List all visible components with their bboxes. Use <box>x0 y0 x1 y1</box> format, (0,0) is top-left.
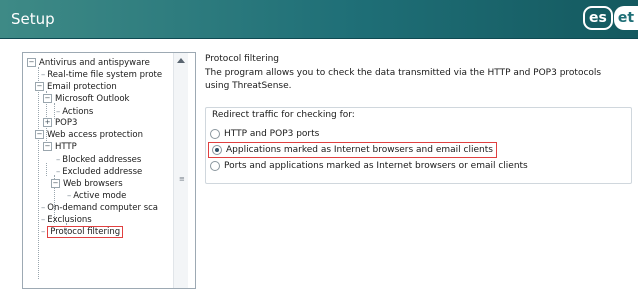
collapse-icon[interactable]: − <box>43 94 52 103</box>
section-description: The program allows you to check the data… <box>205 68 602 91</box>
tree-item-label: Actions <box>62 107 94 117</box>
section-title: Protocol filtering <box>205 54 279 64</box>
radio-label: HTTP and POP3 ports <box>224 129 320 139</box>
tree-item-realtime[interactable]: – Real-time file system prote <box>41 69 162 81</box>
tree-item-on-demand-scan[interactable]: – On-demand computer sca <box>41 202 158 214</box>
tree-item-web-browsers[interactable]: − Web browsers <box>51 178 123 190</box>
radio-button-checked-icon[interactable] <box>212 145 222 155</box>
radio-applications[interactable]: Applications marked as Internet browsers… <box>208 142 497 158</box>
radio-button-icon[interactable] <box>210 161 220 171</box>
collapse-icon[interactable]: − <box>27 58 36 67</box>
tree-item-label: Blocked addresses <box>62 155 142 165</box>
tree-item-http[interactable]: − HTTP <box>43 141 77 153</box>
tree-item-label: Active mode <box>73 191 127 201</box>
collapse-icon[interactable]: − <box>43 142 52 151</box>
window-titlebar: Setup es et <box>0 0 638 39</box>
tree-item-label: On-demand computer sca <box>47 203 158 213</box>
tree-item-excluded-addresses[interactable]: – Excluded addresse <box>56 166 142 178</box>
tree-item-exclusions[interactable]: – Exclusions <box>41 214 92 226</box>
tree-item-label: Email protection <box>47 82 117 92</box>
tree-item-label: Excluded addresse <box>62 167 143 177</box>
logo-boxed-text: es <box>583 6 613 30</box>
logo-tail-text: et <box>613 6 638 30</box>
collapse-icon[interactable]: − <box>51 179 60 188</box>
scroll-grip-icon[interactable]: ≡ <box>179 176 185 183</box>
radio-label: Ports and applications marked as Interne… <box>224 161 528 171</box>
tree-scrollbar[interactable]: ≡ <box>173 53 188 288</box>
tree-item-label: Antivirus and antispyware <box>39 58 150 68</box>
tree-item-pop3[interactable]: + POP3 <box>43 117 77 129</box>
eset-logo: es et <box>583 6 638 30</box>
tree-item-web-access[interactable]: − Web access protection <box>35 129 143 141</box>
window-title: Setup <box>11 10 55 28</box>
scroll-up-arrow-icon[interactable] <box>177 58 185 63</box>
redirect-traffic-label: Redirect traffic for checking for: <box>210 110 357 120</box>
tree-item-label: Web access protection <box>47 130 143 140</box>
radio-button-icon[interactable] <box>210 129 220 139</box>
tree-item-email-protection[interactable]: − Email protection <box>35 81 117 93</box>
tree-item-label: POP3 <box>55 118 78 128</box>
radio-http-pop3-ports[interactable]: HTTP and POP3 ports <box>210 127 319 141</box>
collapse-icon[interactable]: − <box>35 82 44 91</box>
tree-item-protocol-filtering[interactable]: – Protocol filtering <box>41 226 124 238</box>
tree-item-outlook[interactable]: − Microsoft Outlook <box>43 93 129 105</box>
tree-item-blocked-addresses[interactable]: – Blocked addresses <box>56 154 141 166</box>
tree-item-antivirus[interactable]: − Antivirus and antispyware <box>27 57 150 69</box>
tree-item-active-mode[interactable]: – Active mode <box>67 190 126 202</box>
tree-item-label: Exclusions <box>47 215 92 225</box>
protocol-filtering-panel: Protocol filtering The program allows yo… <box>205 52 632 282</box>
radio-ports-and-applications[interactable]: Ports and applications marked as Interne… <box>210 159 528 173</box>
collapse-icon[interactable]: − <box>35 130 44 139</box>
tree-item-label: HTTP <box>55 142 77 152</box>
tree-item-label: Real-time file system prote <box>47 70 163 80</box>
tree-item-label: Microsoft Outlook <box>55 94 130 104</box>
tree-item-label: Web browsers <box>63 179 123 189</box>
radio-label: Applications marked as Internet browsers… <box>226 145 493 155</box>
tree-item-label: Protocol filtering <box>47 226 124 238</box>
expand-icon[interactable]: + <box>43 118 52 127</box>
settings-tree[interactable]: − Antivirus and antispyware – Real-time fi… <box>22 52 196 289</box>
